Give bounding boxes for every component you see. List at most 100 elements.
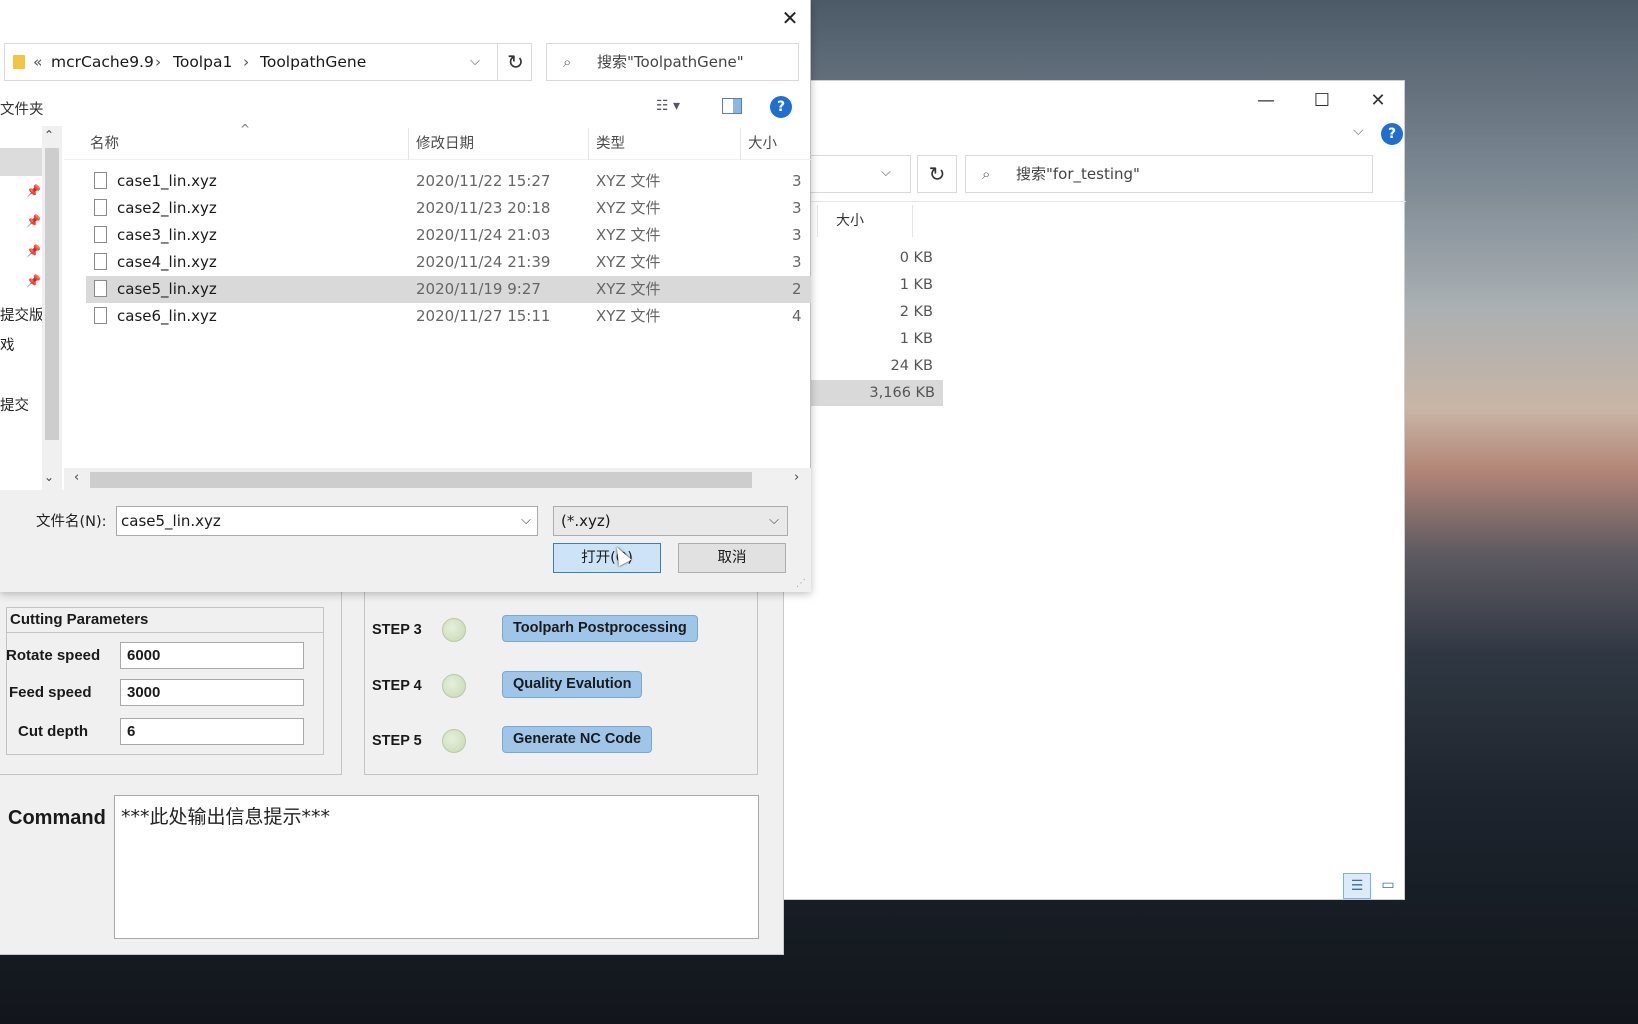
file-row[interactable]: case1_lin.xyz 2020/11/22 15:27 XYZ 文件 3 [86, 168, 811, 195]
details-view-icon[interactable]: ☰ [1343, 873, 1371, 899]
toolpath-postprocessing-button[interactable]: Toolparh Postprocessing [502, 615, 698, 642]
file-date: 2020/11/23 20:18 [416, 199, 551, 217]
tiles-view-icon[interactable]: ▭ [1375, 873, 1401, 899]
scroll-up-icon[interactable]: ⌃ [44, 128, 54, 142]
search-input[interactable]: ⌕ 搜索"for_testing" [965, 155, 1373, 193]
breadcrumb-overflow[interactable]: « [33, 44, 42, 80]
file-size: 3 [792, 199, 802, 217]
file-size: 3 [792, 253, 802, 271]
rotate-speed-input[interactable]: 6000 [120, 642, 304, 669]
open-file-dialog: ✕ « mcrCache9.9 › Toolpa1 › ToolpathGene… [0, 0, 811, 592]
breadcrumb-separator: › [155, 53, 162, 71]
nav-item[interactable]: 提交 [0, 394, 29, 415]
file-type: XYZ 文件 [596, 280, 661, 298]
preview-pane-icon[interactable] [722, 98, 742, 114]
file-icon [94, 253, 107, 270]
filetype-dropdown-icon[interactable]: ⌵ [762, 506, 786, 536]
file-row-selected[interactable]: case5_lin.xyz 2020/11/19 9:27 XYZ 文件 2 [86, 276, 811, 303]
nav-item[interactable]: 提交版 [0, 304, 44, 325]
scroll-down-icon[interactable]: ⌄ [44, 470, 54, 484]
file-row[interactable]: case2_lin.xyz 2020/11/23 20:18 XYZ 文件 3 [86, 195, 811, 222]
file-row[interactable]: case4_lin.xyz 2020/11/24 21:39 XYZ 文件 3 [86, 249, 811, 276]
new-folder-button[interactable]: 文件夹 [0, 98, 44, 119]
column-date-header[interactable]: 修改日期 [408, 128, 474, 160]
quality-evaluation-button[interactable]: Quality Evalution [502, 671, 643, 698]
filename-dropdown-icon[interactable]: ⌵ [514, 506, 538, 536]
sort-ascending-icon: ^ [240, 122, 251, 136]
search-placeholder: 搜索"for_testing" [1016, 165, 1140, 183]
file-type: XYZ 文件 [596, 199, 661, 217]
file-row[interactable]: case6_lin.xyz 2020/11/27 15:11 XYZ 文件 4 [86, 303, 811, 330]
breadcrumb[interactable]: « mcrCache9.9 › Toolpa1 › ToolpathGene ⌵… [4, 43, 532, 81]
file-row[interactable]: case3_lin.xyz 2020/11/24 21:03 XYZ 文件 3 [86, 222, 811, 249]
ribbon-expand-icon[interactable]: ⌵ [1353, 123, 1364, 139]
horizontal-scrollbar-thumb[interactable] [90, 472, 752, 488]
maximize-button[interactable]: ☐ [1307, 89, 1337, 113]
breadcrumb-item[interactable]: Toolpa1 [173, 44, 232, 80]
feed-speed-input[interactable]: 3000 [120, 679, 304, 706]
file-icon [94, 199, 107, 216]
minimize-button[interactable]: — [1251, 89, 1281, 113]
file-list-header: 名称 修改日期 类型 大小 [64, 128, 811, 160]
cancel-button[interactable]: 取消 [678, 543, 786, 573]
filetype-select[interactable]: (*.xyz) [553, 506, 788, 536]
file-date: 2020/11/24 21:03 [416, 226, 551, 244]
nav-item-selected[interactable] [0, 148, 42, 176]
help-icon[interactable]: ? [770, 96, 792, 118]
breadcrumb-item[interactable]: mcrCache9.9 [51, 44, 154, 80]
step-5-label: STEP 5 [372, 733, 422, 749]
pin-icon: 📌 [26, 184, 41, 198]
step-4-status-led [442, 674, 466, 698]
file-size: 4 [792, 307, 802, 325]
address-dropdown-icon[interactable]: ⌵ [881, 165, 891, 180]
scroll-right-icon[interactable]: › [794, 470, 799, 485]
search-placeholder: 搜索"ToolpathGene" [597, 53, 744, 71]
pin-icon: 📌 [26, 214, 41, 228]
command-output[interactable]: ***此处输出信息提示*** [114, 795, 759, 939]
search-input[interactable]: ⌕ 搜索"ToolpathGene" [546, 43, 799, 81]
file-type: XYZ 文件 [596, 172, 661, 190]
file-icon [94, 226, 107, 243]
file-date: 2020/11/19 9:27 [416, 280, 541, 298]
nav-scrollbar-thumb[interactable] [45, 148, 59, 440]
file-name: case5_lin.xyz [117, 280, 217, 298]
generate-nc-code-button[interactable]: Generate NC Code [502, 726, 653, 753]
filename-input[interactable]: case5_lin.xyz [116, 506, 538, 536]
file-size: 3 [792, 226, 802, 244]
step-3-label: STEP 3 [372, 622, 422, 638]
file-name: case1_lin.xyz [117, 172, 217, 190]
nav-item[interactable]: 戏 [0, 334, 15, 355]
column-name-header[interactable]: 名称 [82, 128, 119, 160]
cut-depth-input[interactable]: 6 [120, 718, 304, 745]
folder-icon [13, 55, 25, 69]
help-icon[interactable]: ? [1381, 123, 1403, 145]
search-icon: ⌕ [563, 53, 572, 71]
pin-icon: 📌 [26, 274, 41, 288]
view-menu-icon[interactable]: ☷ ▾ [656, 98, 680, 114]
command-label: Command [8, 807, 106, 829]
refresh-button[interactable]: ↻ [917, 155, 957, 193]
file-size: 3 [792, 172, 802, 190]
header-divider [781, 201, 1406, 202]
breadcrumb-item[interactable]: ToolpathGene [260, 44, 366, 80]
refresh-button[interactable]: ↻ [497, 44, 533, 80]
dialog-close-button[interactable]: ✕ [778, 6, 802, 30]
cutting-parameters-title: Cutting Parameters [6, 607, 324, 633]
navigation-pane: 📌 📌 📌 📌 提交版 戏 提交 ⌃ ⌄ [0, 126, 62, 490]
close-window-button[interactable]: ✕ [1363, 89, 1393, 113]
file-date: 2020/11/24 21:39 [416, 253, 551, 271]
column-size-header[interactable]: 大小 [817, 205, 913, 237]
step-3-status-led [442, 618, 466, 642]
filename-label: 文件名(N): [36, 514, 107, 530]
breadcrumb-separator: › [243, 53, 250, 71]
column-type-header[interactable]: 类型 [588, 128, 625, 160]
file-date: 2020/11/22 15:27 [416, 172, 551, 190]
resize-grip-icon[interactable]: ⋰ [796, 578, 808, 590]
column-size-header[interactable]: 大小 [740, 128, 777, 160]
path-dropdown-icon[interactable]: ⌵ [463, 44, 487, 80]
file-icon [94, 280, 107, 297]
open-button[interactable]: 打开(O) [553, 543, 661, 573]
file-icon [94, 307, 107, 324]
scroll-left-icon[interactable]: ‹ [74, 470, 79, 485]
feed-speed-label: Feed speed [9, 684, 92, 701]
